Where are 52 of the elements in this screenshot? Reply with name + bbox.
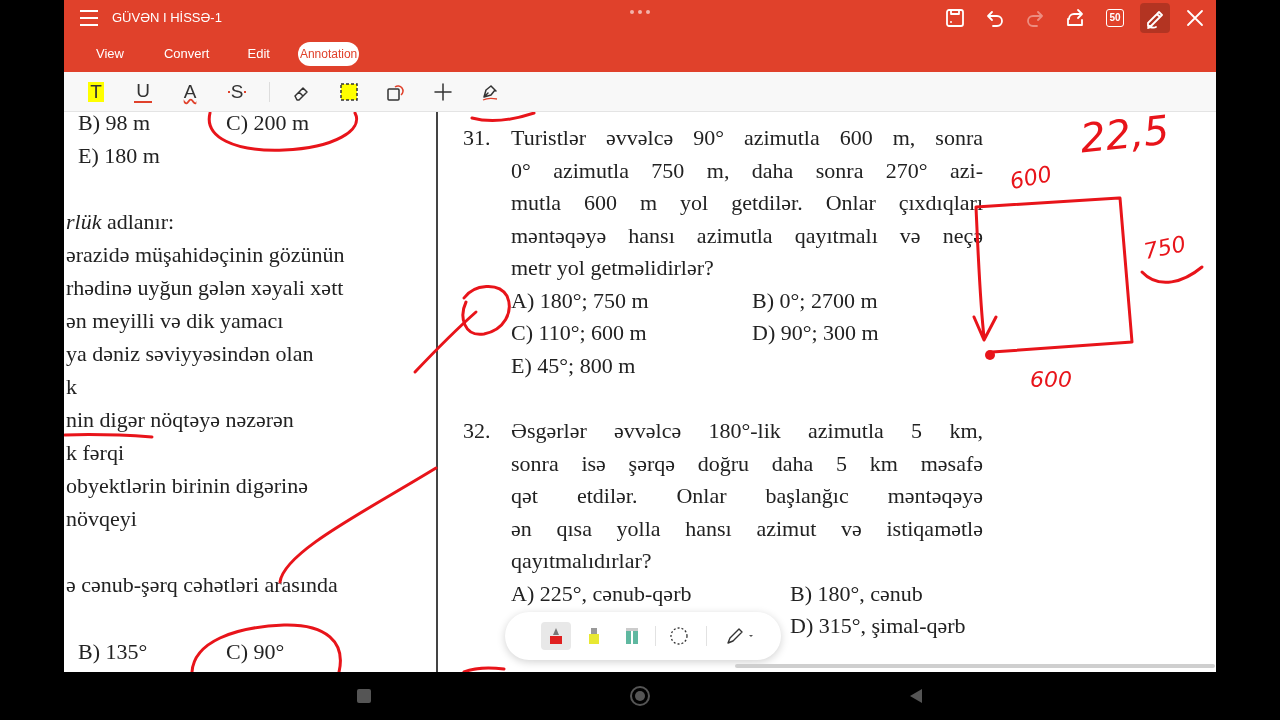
pencil-icon[interactable] — [1140, 3, 1170, 33]
menu-icon[interactable] — [80, 10, 98, 26]
ink-stroke — [462, 666, 506, 672]
strikeout-tool[interactable]: S — [223, 77, 251, 106]
squiggly-tool[interactable]: A — [176, 77, 204, 106]
question-number: 31. — [463, 124, 492, 152]
ink-dot — [985, 350, 995, 360]
handwritten-note: 22,5 — [1076, 112, 1173, 164]
tab[interactable]: Edit — [235, 42, 282, 66]
home-icon[interactable] — [630, 686, 650, 706]
ink-stroke — [470, 112, 536, 122]
highlight-tool[interactable]: T — [82, 77, 110, 106]
answer-option: D) 315°, şimal-qərb — [790, 610, 966, 643]
answer-option: C) 90° — [226, 635, 285, 668]
document-text: k fərqi — [66, 439, 125, 466]
underline-tool[interactable]: U — [129, 77, 157, 106]
answer-option: B) 0°; 2700 m — [752, 284, 878, 317]
ink-stroke — [1140, 265, 1204, 284]
answer-option: E) 45°; 800 m — [511, 349, 752, 382]
answer-option: E) 180 m — [78, 139, 226, 172]
answer-option: A) 225°, cənub-qərb — [511, 577, 790, 610]
document-text: növqeyi — [66, 505, 137, 532]
tab[interactable]: Convert — [151, 42, 222, 66]
answer-option: D) 90°; 300 m — [752, 317, 879, 350]
document-text: ə cənub-şərq cəhətləri arasında — [66, 571, 338, 598]
drag-handle-icon[interactable] — [630, 10, 650, 14]
tab[interactable]: View — [84, 42, 136, 66]
back-icon[interactable] — [909, 688, 923, 704]
document-text: obyektlərin birinin digərinə — [66, 472, 308, 499]
page-count-button[interactable]: 50 — [1100, 3, 1130, 33]
handwritten-note: 600 — [1029, 366, 1073, 394]
question-text: Əsgərlər əvvəlcə 180°-lik azimutla 5 km, sonra isə şərqə doğru daha 5 km məsafə qət etdilər. Onlar başlanğıc məntəqəyə ən qısa yolla hansı azimut və istiqamətlə qayıtmalıdırlar? — [511, 417, 983, 575]
document-text: rlük adlanır: — [66, 208, 175, 235]
document-text: nin digər nöqtəyə nəzərən — [66, 406, 294, 433]
document-text: ən meyilli və dik yamacı — [66, 307, 284, 334]
answer-option: C) 110°; 600 m — [511, 317, 752, 350]
document-title: GÜVƏN I HİSSƏ-1 — [112, 9, 222, 28]
handwritten-note: 750 — [1140, 229, 1189, 267]
answer-option: B) 135° — [78, 635, 226, 668]
tab[interactable]: Annotation — [297, 42, 360, 66]
answer-option: B) 98 m — [78, 112, 226, 139]
handwritten-note: 600 — [1006, 159, 1055, 197]
answer-option: B) 180°, cənub — [790, 577, 923, 610]
document-text: rhədinə uyğun gələn xəyali xətt — [66, 274, 344, 301]
document-text: k — [66, 373, 77, 400]
document-text: ərazidə müşahidəçinin gözünün — [66, 241, 345, 268]
answer-option: C) 200 m — [226, 112, 310, 139]
document-text: ya dəniz səviyyəsindən olan — [66, 340, 314, 367]
question-number: 32. — [463, 417, 492, 445]
answer-option: A) 180°; 750 m — [511, 284, 752, 317]
marker-icon[interactable] — [541, 622, 571, 650]
ink-stroke — [413, 310, 478, 374]
